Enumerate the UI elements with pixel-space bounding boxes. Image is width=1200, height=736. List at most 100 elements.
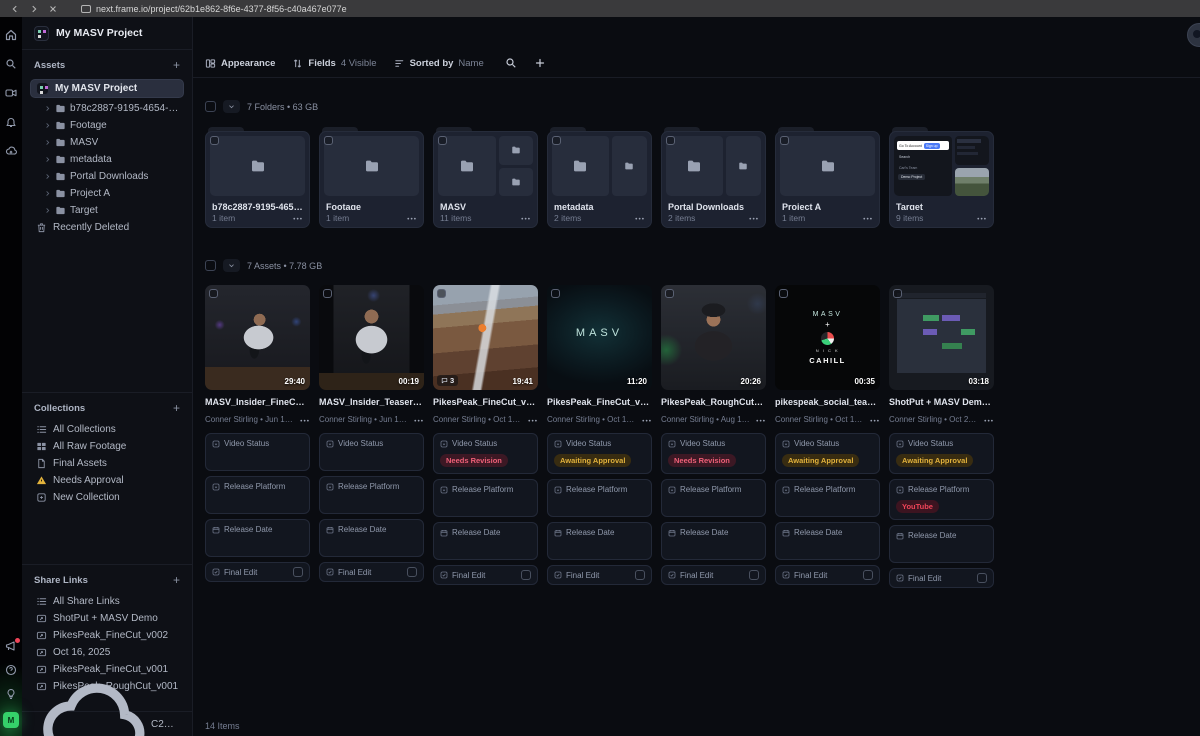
address-bar[interactable]: next.frame.io/project/62b1e862-8f6e-4377… (81, 4, 347, 14)
field-release-platform[interactable]: Release PlatformYouTube (889, 479, 994, 520)
field-release-platform[interactable]: Release Platform (205, 476, 310, 514)
asset-thumbnail[interactable]: MASV + N I C K CAHILL 00:35 (775, 285, 880, 390)
select-checkbox[interactable] (437, 289, 446, 298)
sidebar-folder-project-a[interactable]: Project A (22, 185, 192, 202)
collapse-assets-button[interactable] (223, 259, 240, 272)
add-button-icon[interactable] (534, 57, 546, 69)
folder-name[interactable]: Target (896, 202, 987, 210)
asset-card-masv-insider-finecut[interactable]: 29:40 MASV_Insider_FineCut_v0... Conner … (205, 285, 310, 582)
sidebar-item-all-collections[interactable]: All Collections (22, 421, 192, 438)
folder-card-portal-downloads[interactable]: Portal Downloads 2 items (661, 131, 766, 228)
appearance-button[interactable]: Appearance (205, 58, 275, 69)
field-release-date[interactable]: Release Date (433, 522, 538, 560)
sidebar-item-c2c-connections[interactable]: C2C Connections (22, 711, 192, 736)
select-all-assets-checkbox[interactable] (205, 260, 216, 271)
folder-name[interactable]: Portal Downloads (668, 202, 759, 210)
final-edit-checkbox[interactable] (749, 570, 759, 580)
more-menu-icon[interactable] (293, 213, 303, 223)
asset-card-shotput-masv-demo[interactable]: 03:18 ShotPut + MASV Demo.mov Conner Sti… (889, 285, 994, 588)
camera-icon[interactable] (5, 87, 17, 99)
asset-thumbnail[interactable]: MASV 11:20 (547, 285, 652, 390)
chevron-right-icon[interactable] (44, 190, 51, 197)
more-menu-icon[interactable] (414, 410, 424, 428)
field-video-status[interactable]: Video StatusAwaiting Approval (547, 433, 652, 474)
notifications-bell-icon[interactable] (5, 116, 17, 128)
sort-button[interactable]: Sorted byName (394, 58, 484, 69)
asset-name[interactable]: pikespeak_social_teaser_... (775, 397, 880, 407)
folder-name[interactable]: metadata (554, 202, 645, 210)
folder-card-masv[interactable]: MASV 11 items (433, 131, 538, 228)
sidebar-item-final-assets[interactable]: Final Assets (22, 455, 192, 472)
chevron-right-icon[interactable] (44, 173, 51, 180)
folder-thumbnail[interactable] (552, 136, 647, 196)
select-checkbox[interactable] (210, 136, 219, 145)
asset-name[interactable]: ShotPut + MASV Demo.mov (889, 397, 994, 407)
select-all-folders-checkbox[interactable] (205, 101, 216, 112)
more-menu-icon[interactable] (756, 410, 766, 428)
field-release-date[interactable]: Release Date (775, 522, 880, 560)
field-final-edit[interactable]: Final Edit (547, 565, 652, 585)
sidebar-folder-b78c[interactable]: b78c2887-9195-4654-b94f-f... (22, 100, 192, 117)
field-release-date[interactable]: Release Date (205, 519, 310, 557)
sidebar-folder-masv[interactable]: MASV (22, 134, 192, 151)
close-icon[interactable] (48, 4, 58, 14)
final-edit-checkbox[interactable] (635, 570, 645, 580)
field-release-platform[interactable]: Release Platform (433, 479, 538, 517)
asset-thumbnail[interactable]: 03:18 (889, 285, 994, 390)
folder-thumbnail[interactable] (666, 136, 761, 196)
final-edit-checkbox[interactable] (863, 570, 873, 580)
folder-thumbnail[interactable] (210, 136, 305, 196)
search-icon[interactable] (5, 58, 17, 70)
asset-card-masv-insider-teaser[interactable]: 00:19 MASV_Insider_Teaser_Fin... Conner … (319, 285, 424, 582)
more-menu-icon[interactable] (300, 410, 310, 428)
final-edit-checkbox[interactable] (521, 570, 531, 580)
asset-name[interactable]: PikesPeak_FineCut_v001... (433, 397, 538, 407)
field-video-status[interactable]: Video StatusNeeds Revision (433, 433, 538, 474)
more-menu-icon[interactable] (521, 213, 531, 223)
chevron-right-icon[interactable] (44, 139, 51, 146)
asset-card-pikespeak-finecut-v002[interactable]: MASV 11:20 PikesPeak_FineCut_v002... Con… (547, 285, 652, 585)
sidebar-folder-target[interactable]: Target (22, 202, 192, 219)
select-checkbox[interactable] (780, 136, 789, 145)
more-menu-icon[interactable] (870, 410, 880, 428)
sidebar-folder-metadata[interactable]: metadata (22, 151, 192, 168)
select-checkbox[interactable] (552, 136, 561, 145)
more-menu-icon[interactable] (642, 410, 652, 428)
folder-thumbnail[interactable]: Go To AccountSign up Search Carl's Team … (894, 136, 989, 196)
field-video-status[interactable]: Video StatusAwaiting Approval (889, 433, 994, 474)
field-release-date[interactable]: Release Date (547, 522, 652, 560)
asset-thumbnail[interactable]: 29:40 (205, 285, 310, 390)
select-checkbox[interactable] (209, 289, 218, 298)
more-menu-icon[interactable] (407, 213, 417, 223)
more-menu-icon[interactable] (528, 410, 538, 428)
folder-name[interactable]: Footage (326, 202, 417, 210)
chevron-right-icon[interactable] (44, 105, 51, 112)
folder-name[interactable]: Project A (782, 202, 873, 210)
collapse-folders-button[interactable] (223, 100, 240, 113)
help-icon[interactable] (5, 664, 17, 676)
field-video-status[interactable]: Video Status (205, 433, 310, 471)
more-menu-icon[interactable] (749, 213, 759, 223)
select-checkbox[interactable] (324, 136, 333, 145)
more-menu-icon[interactable] (863, 213, 873, 223)
more-menu-icon[interactable] (977, 213, 987, 223)
site-info-icon[interactable] (81, 5, 91, 13)
field-final-edit[interactable]: Final Edit (433, 565, 538, 585)
fields-button[interactable]: Fields4 Visible (292, 58, 376, 69)
sidebar-item-needs-approval[interactable]: Needs Approval (22, 472, 192, 489)
forward-icon[interactable] (29, 4, 39, 14)
select-checkbox[interactable] (438, 136, 447, 145)
select-checkbox[interactable] (779, 289, 788, 298)
select-checkbox[interactable] (551, 289, 560, 298)
sidebar-item-all-share-links[interactable]: All Share Links (22, 593, 192, 610)
chevron-right-icon[interactable] (44, 122, 51, 129)
field-final-edit[interactable]: Final Edit (775, 565, 880, 585)
asset-name[interactable]: MASV_Insider_Teaser_Fin... (319, 397, 424, 407)
field-release-platform[interactable]: Release Platform (661, 479, 766, 517)
field-final-edit[interactable]: Final Edit (319, 562, 424, 582)
add-collection-icon[interactable]: + (173, 401, 180, 415)
field-release-platform[interactable]: Release Platform (775, 479, 880, 517)
chevron-right-icon[interactable] (44, 156, 51, 163)
asset-name[interactable]: PikesPeak_RoughCut_v00... (661, 397, 766, 407)
select-checkbox[interactable] (323, 289, 332, 298)
